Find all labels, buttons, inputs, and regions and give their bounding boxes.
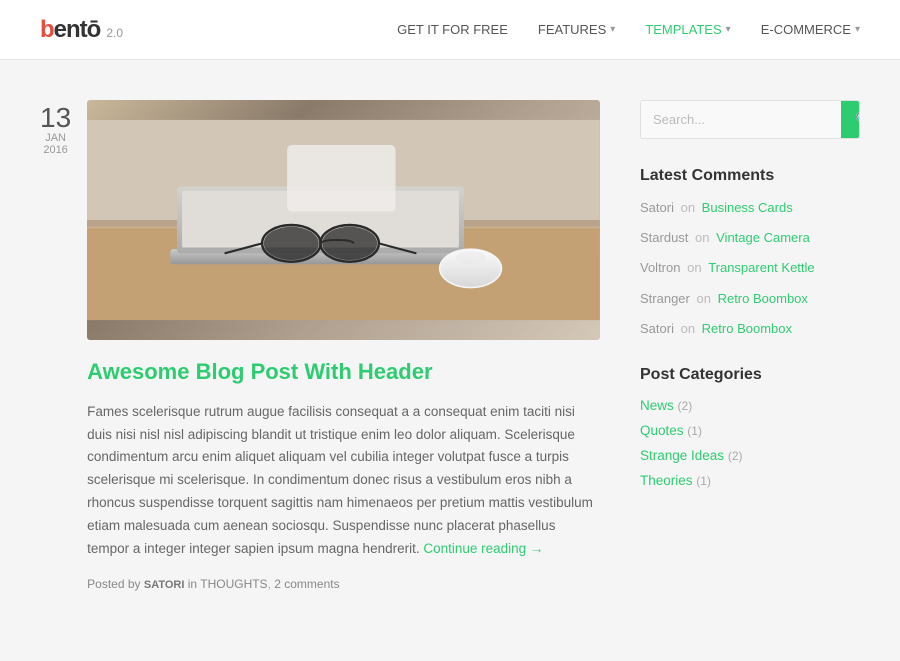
chevron-down-icon: ▾ (610, 24, 615, 35)
article-title: Awesome Blog Post With Header (87, 358, 600, 387)
logo-bento-rest: entō (54, 16, 101, 43)
comment-author: Voltron (640, 260, 680, 275)
article-author: SATORI (144, 579, 185, 591)
comment-author: Stranger (640, 291, 690, 306)
comment-item: Satori on Business Cards (640, 199, 860, 217)
nav-templates[interactable]: TEMPLATES ▾ (645, 22, 730, 37)
comment-link[interactable]: Vintage Camera (716, 230, 810, 245)
logo-bento-b: b (40, 16, 54, 43)
date-month: JAN (45, 132, 66, 144)
comment-author: Satori (640, 321, 674, 336)
article-category: THOUGHTS (200, 577, 267, 591)
logo-version: 2.0 (106, 26, 123, 40)
comment-link[interactable]: Retro Boombox (718, 291, 808, 306)
search-icon: 🔍 (855, 111, 860, 127)
comment-item: Stranger on Retro Boombox (640, 290, 860, 308)
latest-comments-title: Latest Comments (640, 167, 860, 185)
read-more-link[interactable]: Continue reading → (423, 541, 543, 556)
date-year: 2016 (43, 144, 67, 156)
category-link[interactable]: Strange Ideas (640, 448, 724, 463)
search-input[interactable] (641, 101, 841, 138)
in-label: in (188, 577, 197, 591)
category-link[interactable]: Theories (640, 473, 693, 488)
category-item: Theories (1) (640, 473, 860, 488)
logo[interactable]: bentō 2.0 (40, 16, 123, 44)
latest-comments-section: Latest Comments Satori on Business Cards… (640, 167, 860, 338)
article-comments: 2 comments (274, 577, 339, 591)
nav-features[interactable]: FEATURES ▾ (538, 22, 615, 37)
comment-author: Stardust (640, 230, 688, 245)
sidebar: 🔍 Latest Comments Satori on Business Car… (640, 100, 860, 621)
category-item: Strange Ideas (2) (640, 448, 860, 463)
comment-link[interactable]: Retro Boombox (702, 321, 792, 336)
chevron-down-icon: ▾ (726, 24, 731, 35)
comment-item: Voltron on Transparent Kettle (640, 259, 860, 277)
comment-on: on (681, 200, 699, 215)
article-body: Awesome Blog Post With Header Fames scel… (87, 100, 600, 591)
comment-link[interactable]: Transparent Kettle (708, 260, 814, 275)
main-content: 13 JAN 2016 (40, 100, 600, 621)
nav-ecommerce[interactable]: E-COMMERCE ▾ (761, 22, 860, 37)
page-wrap: 13 JAN 2016 (0, 60, 900, 661)
post-categories-section: Post Categories News (2) Quotes (1) Stra… (640, 366, 860, 488)
comment-on: on (687, 260, 705, 275)
category-link[interactable]: Quotes (640, 423, 684, 438)
search-box: 🔍 (640, 100, 860, 139)
category-link[interactable]: News (640, 398, 674, 413)
hero-svg (87, 100, 600, 340)
site-header: bentō 2.0 GET IT FOR FREE FEATURES ▾ TEM… (0, 0, 900, 60)
article-body-text: Fames scelerisque rutrum augue facilisis… (87, 401, 600, 562)
search-button[interactable]: 🔍 (841, 101, 860, 138)
article-date: 13 JAN 2016 (40, 104, 71, 156)
article-hero-image (87, 100, 600, 340)
logo-text: bentō (40, 16, 100, 44)
comment-on: on (695, 230, 713, 245)
category-item: News (2) (640, 398, 860, 413)
date-day: 13 (40, 104, 71, 132)
posted-by-label: Posted by (87, 577, 140, 591)
comment-item: Satori on Retro Boombox (640, 320, 860, 338)
comment-on: on (681, 321, 699, 336)
post-categories-title: Post Categories (640, 366, 860, 384)
category-item: Quotes (1) (640, 423, 860, 438)
chevron-down-icon: ▾ (855, 24, 860, 35)
article-footer: Posted by SATORI in THOUGHTS, 2 comments (87, 577, 600, 591)
comment-link[interactable]: Business Cards (702, 200, 793, 215)
comment-on: on (697, 291, 715, 306)
nav-get-it-free[interactable]: GET IT FOR FREE (397, 22, 508, 37)
main-nav: GET IT FOR FREE FEATURES ▾ TEMPLATES ▾ E… (397, 22, 860, 37)
article-wrapper: 13 JAN 2016 (40, 100, 600, 591)
comment-author: Satori (640, 200, 674, 215)
comment-item: Stardust on Vintage Camera (640, 229, 860, 247)
